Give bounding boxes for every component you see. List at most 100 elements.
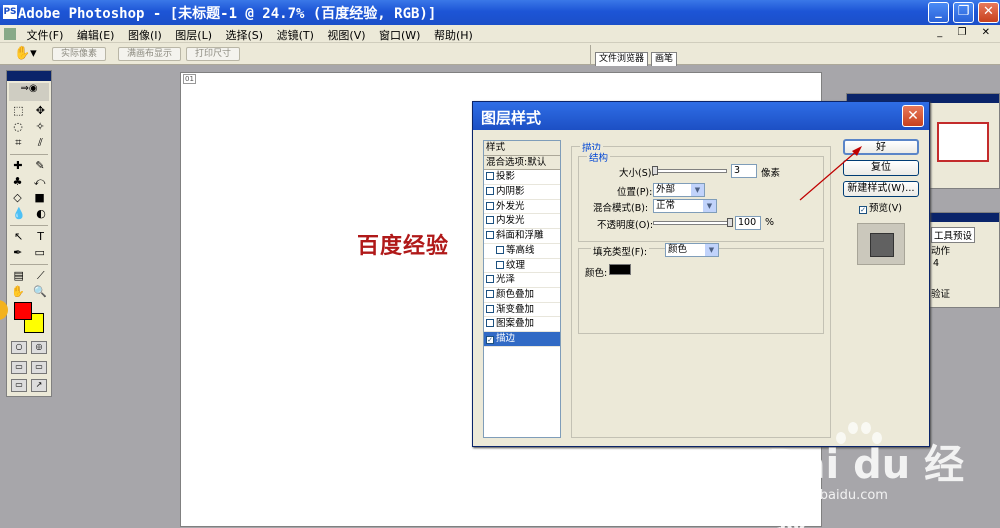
menu-view[interactable]: 视图(V) xyxy=(322,25,370,45)
checkbox-icon[interactable] xyxy=(486,275,494,284)
shape-tool-icon[interactable]: ▭ xyxy=(35,245,45,261)
healing-brush-icon[interactable]: ✚ xyxy=(13,158,22,174)
style-item[interactable]: 外发光 xyxy=(484,200,560,215)
restore-button[interactable]: ❐ xyxy=(953,2,974,23)
checkbox-icon[interactable]: ✓ xyxy=(486,335,494,344)
stroke-section: 描边 结构 大小(S): 3 像素 位置(P): 外部 ▼ 混合模式(B): 正常… xyxy=(571,140,831,438)
opacity-slider[interactable] xyxy=(653,218,733,227)
screen-mode-standard-icon[interactable]: ▭ xyxy=(11,361,27,374)
toolbox-logo-icon[interactable]: ⇒◉ xyxy=(9,83,49,101)
screen-mode-full-icon[interactable]: ▭ xyxy=(11,379,27,392)
size-slider-knob[interactable] xyxy=(652,166,658,175)
toolbox-header[interactable] xyxy=(7,71,51,81)
pen-tool-icon[interactable]: ✒ xyxy=(13,245,22,261)
dialog-close-button[interactable]: ✕ xyxy=(902,105,924,127)
notes-tool-icon[interactable]: ▤ xyxy=(13,268,23,284)
canvas-text-layer[interactable]: 百度经验 xyxy=(357,228,449,260)
brush-tool-icon[interactable]: ✎ xyxy=(35,158,44,174)
clone-stamp-icon[interactable]: ♣ xyxy=(13,174,23,190)
tab-file-browser[interactable]: 文件浏览器 xyxy=(595,52,649,66)
style-item[interactable]: 光泽 xyxy=(484,273,560,288)
checkbox-icon[interactable] xyxy=(486,201,494,210)
checkbox-icon[interactable] xyxy=(496,260,504,269)
style-item[interactable]: 渐变叠加 xyxy=(484,303,560,318)
close-window-button[interactable]: ✕ xyxy=(978,2,999,23)
navigator-preview[interactable] xyxy=(937,122,989,162)
checkbox-icon[interactable] xyxy=(486,172,494,181)
move-tool-icon[interactable]: ✥ xyxy=(36,103,45,119)
style-item[interactable]: 纹理 xyxy=(484,259,560,274)
checkbox-icon[interactable] xyxy=(486,216,494,225)
eyedropper-icon[interactable]: ⟋ xyxy=(37,268,45,284)
history-brush-icon[interactable]: ⤺ xyxy=(34,174,46,190)
jump-to-imageready-icon[interactable]: ↗ xyxy=(31,379,47,392)
lasso-tool-icon[interactable]: ◌ xyxy=(13,119,23,135)
blur-tool-icon[interactable]: 💧 xyxy=(12,206,26,222)
chevron-down-icon[interactable]: ▼ xyxy=(703,200,716,212)
style-item[interactable]: 斜面和浮雕 xyxy=(484,229,560,244)
fit-on-screen-button[interactable]: 满画布显示 xyxy=(118,47,182,61)
tab-tool-presets[interactable]: 工具预设 xyxy=(931,227,976,243)
crop-tool-icon[interactable]: ⌗ xyxy=(15,135,21,151)
checkbox-icon[interactable]: ✓ xyxy=(859,206,867,214)
checkbox-icon[interactable] xyxy=(486,231,494,240)
fill-type-select[interactable]: 颜色 ▼ xyxy=(665,243,719,257)
photoshop-app-icon[interactable]: PS xyxy=(3,5,17,19)
chevron-down-icon[interactable]: ▼ xyxy=(705,244,718,256)
document-icon[interactable] xyxy=(4,28,16,40)
menu-file[interactable]: 文件(F) xyxy=(22,25,69,45)
menu-window[interactable]: 窗口(W) xyxy=(374,25,425,45)
foreground-color-swatch[interactable] xyxy=(14,302,32,320)
standard-mode-icon[interactable]: ○ xyxy=(11,341,27,354)
print-size-button[interactable]: 打印尺寸 xyxy=(186,47,241,61)
position-select[interactable]: 外部 ▼ xyxy=(653,183,705,197)
zoom-tool-icon[interactable]: 🔍 xyxy=(33,284,47,300)
checkbox-icon[interactable] xyxy=(486,304,494,313)
minimize-button[interactable]: _ xyxy=(928,2,949,23)
opacity-slider-knob[interactable] xyxy=(727,218,733,227)
type-tool-icon[interactable]: T xyxy=(37,229,44,245)
quick-mask-icon[interactable]: ◎ xyxy=(31,341,47,354)
screen-mode-full-menu-icon[interactable]: ▭ xyxy=(31,361,47,374)
menu-edit[interactable]: 编辑(E) xyxy=(72,25,120,45)
checkbox-icon[interactable] xyxy=(496,245,504,254)
checkbox-icon[interactable] xyxy=(486,319,494,328)
chevron-down-icon[interactable]: ▼ xyxy=(691,184,704,196)
eraser-tool-icon[interactable]: ◇ xyxy=(13,190,21,206)
blend-mode-select[interactable]: 正常 ▼ xyxy=(653,199,717,213)
blending-options-item[interactable]: 混合选项:默认 xyxy=(484,155,560,171)
size-slider[interactable] xyxy=(652,166,727,175)
style-item[interactable]: 内阴影 xyxy=(484,185,560,200)
document-window-controls[interactable]: _ ❐ ✕ xyxy=(937,27,996,38)
stroke-color-swatch[interactable] xyxy=(609,264,631,275)
style-item[interactable]: 图案叠加 xyxy=(484,317,560,332)
menu-image[interactable]: 图像(I) xyxy=(123,25,167,45)
path-select-icon[interactable]: ↖ xyxy=(14,229,23,245)
tab-brushes[interactable]: 画笔 xyxy=(651,52,678,66)
opacity-input[interactable]: 100 xyxy=(735,216,761,230)
actions-item[interactable]: 验证 xyxy=(931,286,950,300)
hand-tool-box-icon[interactable]: ✋ xyxy=(11,284,25,300)
dodge-tool-icon[interactable]: ◐ xyxy=(36,206,46,222)
style-item[interactable]: 颜色叠加 xyxy=(484,288,560,303)
magic-wand-icon[interactable]: ✧ xyxy=(35,119,44,135)
actual-pixels-button[interactable]: 实际像素 xyxy=(52,47,107,61)
style-item-label: 外发光 xyxy=(496,200,525,212)
menu-help[interactable]: 帮助(H) xyxy=(429,25,478,45)
gradient-tool-icon[interactable]: ■ xyxy=(34,190,44,206)
checkbox-icon[interactable] xyxy=(486,187,494,196)
style-item[interactable]: 内发光 xyxy=(484,214,560,230)
hand-tool-icon[interactable]: ✋▾ xyxy=(14,46,37,61)
checkbox-icon[interactable] xyxy=(486,289,494,298)
menu-layer[interactable]: 图层(L) xyxy=(170,25,217,45)
actions-palette-header[interactable] xyxy=(929,213,999,222)
styles-header[interactable]: 样式 xyxy=(484,141,560,156)
menu-filter[interactable]: 滤镜(T) xyxy=(272,25,319,45)
style-item[interactable]: 等高线 xyxy=(484,244,560,259)
size-input[interactable]: 3 xyxy=(731,164,757,178)
style-item[interactable]: ✓ 描边 xyxy=(484,331,560,347)
marquee-tool-icon[interactable]: ⬚ xyxy=(13,103,23,119)
slice-tool-icon[interactable]: ⫽ xyxy=(38,135,43,151)
menu-select[interactable]: 选择(S) xyxy=(221,25,269,45)
style-item[interactable]: 投影 xyxy=(484,170,560,186)
